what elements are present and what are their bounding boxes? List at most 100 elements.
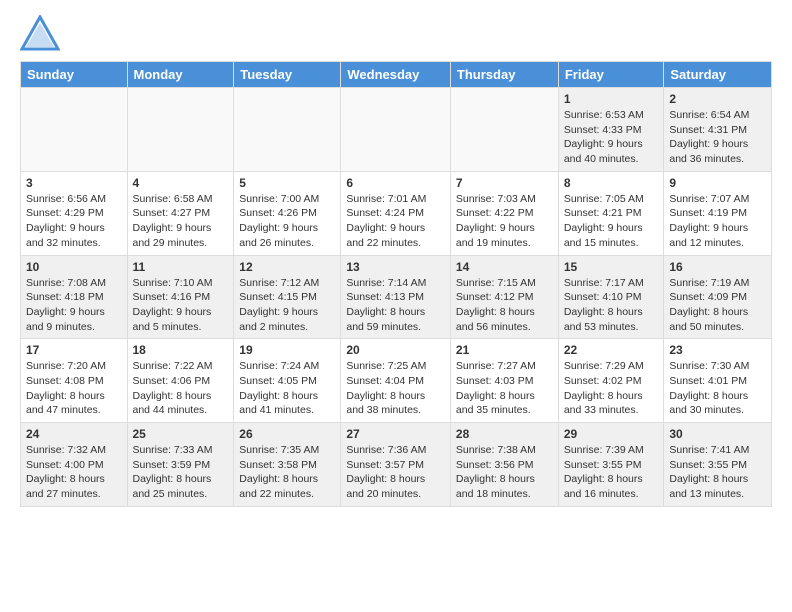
date-number: 14 bbox=[456, 260, 553, 274]
date-number: 12 bbox=[239, 260, 335, 274]
table-row: 28 Sunrise: 7:38 AM Sunset: 3:56 PM Dayli… bbox=[450, 423, 558, 507]
date-number: 9 bbox=[669, 176, 766, 190]
date-number: 21 bbox=[456, 343, 553, 357]
col-wednesday: Wednesday bbox=[341, 62, 451, 88]
date-number: 11 bbox=[133, 260, 229, 274]
table-row: 22 Sunrise: 7:29 AM Sunset: 4:02 PM Dayli… bbox=[558, 339, 664, 423]
day-info: Sunrise: 7:08 AM Sunset: 4:18 PM Dayligh… bbox=[26, 276, 122, 335]
date-number: 25 bbox=[133, 427, 229, 441]
day-info: Sunrise: 7:30 AM Sunset: 4:01 PM Dayligh… bbox=[669, 359, 766, 418]
day-info: Sunrise: 7:32 AM Sunset: 4:00 PM Dayligh… bbox=[26, 443, 122, 502]
day-info: Sunrise: 7:38 AM Sunset: 3:56 PM Dayligh… bbox=[456, 443, 553, 502]
date-number: 4 bbox=[133, 176, 229, 190]
calendar-header-row: Sunday Monday Tuesday Wednesday Thursday… bbox=[21, 62, 772, 88]
day-info: Sunrise: 7:17 AM Sunset: 4:10 PM Dayligh… bbox=[564, 276, 659, 335]
day-info: Sunrise: 7:22 AM Sunset: 4:06 PM Dayligh… bbox=[133, 359, 229, 418]
day-info: Sunrise: 7:01 AM Sunset: 4:24 PM Dayligh… bbox=[346, 192, 445, 251]
date-number: 17 bbox=[26, 343, 122, 357]
date-number: 20 bbox=[346, 343, 445, 357]
calendar-week-row: 10 Sunrise: 7:08 AM Sunset: 4:18 PM Dayli… bbox=[21, 255, 772, 339]
day-info: Sunrise: 7:25 AM Sunset: 4:04 PM Dayligh… bbox=[346, 359, 445, 418]
table-row: 30Sunrise: 7:41 AM Sunset: 3:55 PM Dayli… bbox=[664, 423, 772, 507]
day-info: Sunrise: 7:03 AM Sunset: 4:22 PM Dayligh… bbox=[456, 192, 553, 251]
date-number: 3 bbox=[26, 176, 122, 190]
table-row: 6Sunrise: 7:01 AM Sunset: 4:24 PM Daylig… bbox=[341, 171, 451, 255]
logo bbox=[20, 15, 64, 51]
table-row: 7 Sunrise: 7:03 AM Sunset: 4:22 PM Daylig… bbox=[450, 171, 558, 255]
date-number: 8 bbox=[564, 176, 659, 190]
table-row bbox=[21, 88, 128, 172]
date-number: 30 bbox=[669, 427, 766, 441]
date-number: 23 bbox=[669, 343, 766, 357]
date-number: 27 bbox=[346, 427, 445, 441]
date-number: 16 bbox=[669, 260, 766, 274]
date-number: 29 bbox=[564, 427, 659, 441]
calendar-week-row: 17 Sunrise: 7:20 AM Sunset: 4:08 PM Dayli… bbox=[21, 339, 772, 423]
table-row: 26 Sunrise: 7:35 AM Sunset: 3:58 PM Dayli… bbox=[234, 423, 341, 507]
table-row: 12 Sunrise: 7:12 AM Sunset: 4:15 PM Dayli… bbox=[234, 255, 341, 339]
table-row: 23 Sunrise: 7:30 AM Sunset: 4:01 PM Dayli… bbox=[664, 339, 772, 423]
table-row: 16Sunrise: 7:19 AM Sunset: 4:09 PM Dayli… bbox=[664, 255, 772, 339]
table-row: 5 Sunrise: 7:00 AM Sunset: 4:26 PM Daylig… bbox=[234, 171, 341, 255]
table-row: 20 Sunrise: 7:25 AM Sunset: 4:04 PM Dayli… bbox=[341, 339, 451, 423]
day-info: Sunrise: 7:35 AM Sunset: 3:58 PM Dayligh… bbox=[239, 443, 335, 502]
calendar-table: Sunday Monday Tuesday Wednesday Thursday… bbox=[20, 61, 772, 507]
date-number: 24 bbox=[26, 427, 122, 441]
table-row: 15 Sunrise: 7:17 AM Sunset: 4:10 PM Dayli… bbox=[558, 255, 664, 339]
day-info: Sunrise: 7:27 AM Sunset: 4:03 PM Dayligh… bbox=[456, 359, 553, 418]
day-info: Sunrise: 7:07 AM Sunset: 4:19 PM Dayligh… bbox=[669, 192, 766, 251]
date-number: 15 bbox=[564, 260, 659, 274]
table-row: 1 Sunrise: 6:53 AM Sunset: 4:33 PM Daylig… bbox=[558, 88, 664, 172]
day-info: Sunrise: 6:56 AM Sunset: 4:29 PM Dayligh… bbox=[26, 192, 122, 251]
date-number: 22 bbox=[564, 343, 659, 357]
table-row bbox=[234, 88, 341, 172]
calendar-week-row: 1 Sunrise: 6:53 AM Sunset: 4:33 PM Daylig… bbox=[21, 88, 772, 172]
date-number: 26 bbox=[239, 427, 335, 441]
table-row bbox=[450, 88, 558, 172]
date-number: 7 bbox=[456, 176, 553, 190]
table-row: 13 Sunrise: 7:14 AM Sunset: 4:13 PM Dayli… bbox=[341, 255, 451, 339]
col-friday: Friday bbox=[558, 62, 664, 88]
day-info: Sunrise: 7:33 AM Sunset: 3:59 PM Dayligh… bbox=[133, 443, 229, 502]
date-number: 1 bbox=[564, 92, 659, 106]
table-row: 19 Sunrise: 7:24 AM Sunset: 4:05 PM Dayli… bbox=[234, 339, 341, 423]
day-info: Sunrise: 7:24 AM Sunset: 4:05 PM Dayligh… bbox=[239, 359, 335, 418]
col-thursday: Thursday bbox=[450, 62, 558, 88]
table-row: 2 Sunrise: 6:54 AM Sunset: 4:31 PM Daylig… bbox=[664, 88, 772, 172]
day-info: Sunrise: 7:29 AM Sunset: 4:02 PM Dayligh… bbox=[564, 359, 659, 418]
day-info: Sunrise: 7:05 AM Sunset: 4:21 PM Dayligh… bbox=[564, 192, 659, 251]
table-row: 9 Sunrise: 7:07 AM Sunset: 4:19 PM Daylig… bbox=[664, 171, 772, 255]
table-row: 17 Sunrise: 7:20 AM Sunset: 4:08 PM Dayli… bbox=[21, 339, 128, 423]
table-row: 14 Sunrise: 7:15 AM Sunset: 4:12 PM Dayli… bbox=[450, 255, 558, 339]
date-number: 19 bbox=[239, 343, 335, 357]
day-info: Sunrise: 7:20 AM Sunset: 4:08 PM Dayligh… bbox=[26, 359, 122, 418]
date-number: 18 bbox=[133, 343, 229, 357]
date-number: 13 bbox=[346, 260, 445, 274]
day-info: Sunrise: 6:54 AM Sunset: 4:31 PM Dayligh… bbox=[669, 108, 766, 167]
day-info: Sunrise: 7:12 AM Sunset: 4:15 PM Dayligh… bbox=[239, 276, 335, 335]
table-row: 29Sunrise: 7:39 AM Sunset: 3:55 PM Dayli… bbox=[558, 423, 664, 507]
col-monday: Monday bbox=[127, 62, 234, 88]
date-number: 5 bbox=[239, 176, 335, 190]
table-row: 10 Sunrise: 7:08 AM Sunset: 4:18 PM Dayli… bbox=[21, 255, 128, 339]
table-row bbox=[127, 88, 234, 172]
table-row: 11 Sunrise: 7:10 AM Sunset: 4:16 PM Dayli… bbox=[127, 255, 234, 339]
day-info: Sunrise: 7:10 AM Sunset: 4:16 PM Dayligh… bbox=[133, 276, 229, 335]
table-row bbox=[341, 88, 451, 172]
day-info: Sunrise: 7:14 AM Sunset: 4:13 PM Dayligh… bbox=[346, 276, 445, 335]
col-sunday: Sunday bbox=[21, 62, 128, 88]
day-info: Sunrise: 6:58 AM Sunset: 4:27 PM Dayligh… bbox=[133, 192, 229, 251]
col-tuesday: Tuesday bbox=[234, 62, 341, 88]
day-info: Sunrise: 6:53 AM Sunset: 4:33 PM Dayligh… bbox=[564, 108, 659, 167]
table-row: 27Sunrise: 7:36 AM Sunset: 3:57 PM Dayli… bbox=[341, 423, 451, 507]
day-info: Sunrise: 7:00 AM Sunset: 4:26 PM Dayligh… bbox=[239, 192, 335, 251]
day-info: Sunrise: 7:15 AM Sunset: 4:12 PM Dayligh… bbox=[456, 276, 553, 335]
date-number: 28 bbox=[456, 427, 553, 441]
table-row: 24 Sunrise: 7:32 AM Sunset: 4:00 PM Dayli… bbox=[21, 423, 128, 507]
date-number: 10 bbox=[26, 260, 122, 274]
col-saturday: Saturday bbox=[664, 62, 772, 88]
calendar-week-row: 3 Sunrise: 6:56 AM Sunset: 4:29 PM Daylig… bbox=[21, 171, 772, 255]
table-row: 4 Sunrise: 6:58 AM Sunset: 4:27 PM Daylig… bbox=[127, 171, 234, 255]
date-number: 2 bbox=[669, 92, 766, 106]
table-row: 8 Sunrise: 7:05 AM Sunset: 4:21 PM Daylig… bbox=[558, 171, 664, 255]
